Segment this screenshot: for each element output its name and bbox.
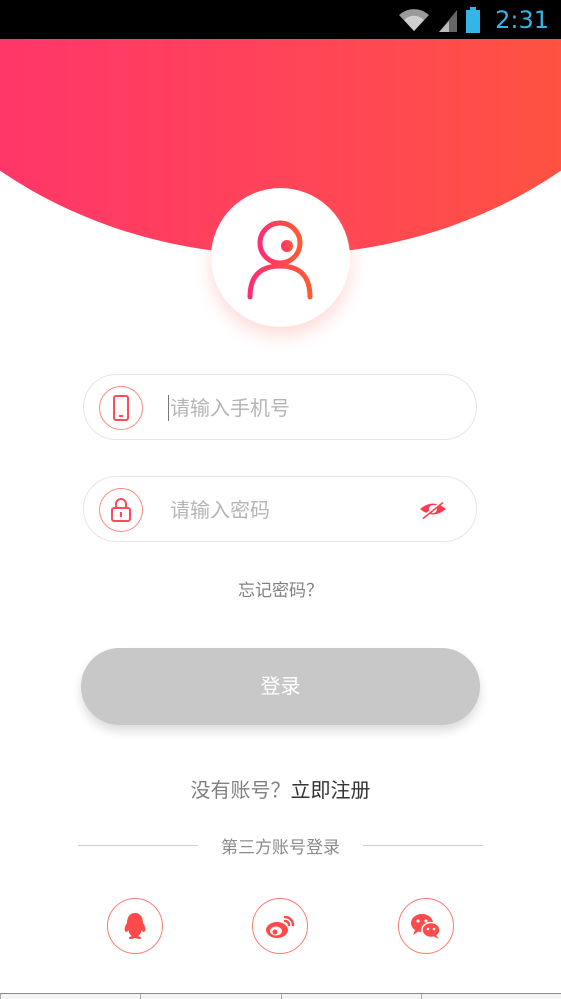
lock-icon — [111, 498, 131, 522]
phone-field[interactable] — [83, 374, 477, 440]
third-party-divider: 第三方账号登录 — [78, 832, 483, 858]
user-icon — [247, 220, 312, 299]
phone-input[interactable] — [168, 387, 412, 429]
wechat-icon — [411, 914, 441, 939]
wifi-icon — [399, 8, 430, 31]
divider-line-right — [363, 845, 483, 846]
lock-icon-circle — [99, 488, 143, 532]
weibo-login-button[interactable] — [252, 898, 308, 954]
wechat-login-button[interactable] — [398, 898, 454, 954]
bottom-tab — [280, 993, 421, 999]
bottom-tab — [420, 993, 561, 999]
register-row: 没有账号？立即注册 — [0, 774, 561, 803]
bottom-tab — [0, 993, 141, 999]
weibo-icon — [266, 915, 295, 938]
qq-login-button[interactable] — [107, 898, 163, 954]
login-button[interactable]: 登录 — [81, 648, 480, 725]
battery-icon — [466, 6, 481, 33]
text-caret — [168, 395, 169, 421]
status-icons — [397, 6, 481, 33]
signal-icon — [439, 9, 458, 32]
qq-icon — [124, 913, 146, 939]
bottom-tab-strip — [0, 993, 561, 999]
password-field[interactable] — [83, 476, 477, 542]
status-bar: 2:31 — [0, 0, 561, 39]
bottom-tab — [140, 993, 281, 999]
register-link[interactable]: 立即注册 — [291, 778, 371, 802]
phone-icon-circle — [99, 386, 143, 430]
phone-icon — [113, 395, 129, 421]
password-input[interactable] — [168, 489, 412, 531]
no-account-text: 没有账号？ — [190, 778, 291, 802]
eye-hidden-icon[interactable] — [418, 497, 448, 521]
avatar[interactable] — [211, 188, 350, 327]
status-time: 2:31 — [495, 5, 549, 34]
forgot-password-link[interactable]: 忘记密码？ — [0, 576, 561, 601]
